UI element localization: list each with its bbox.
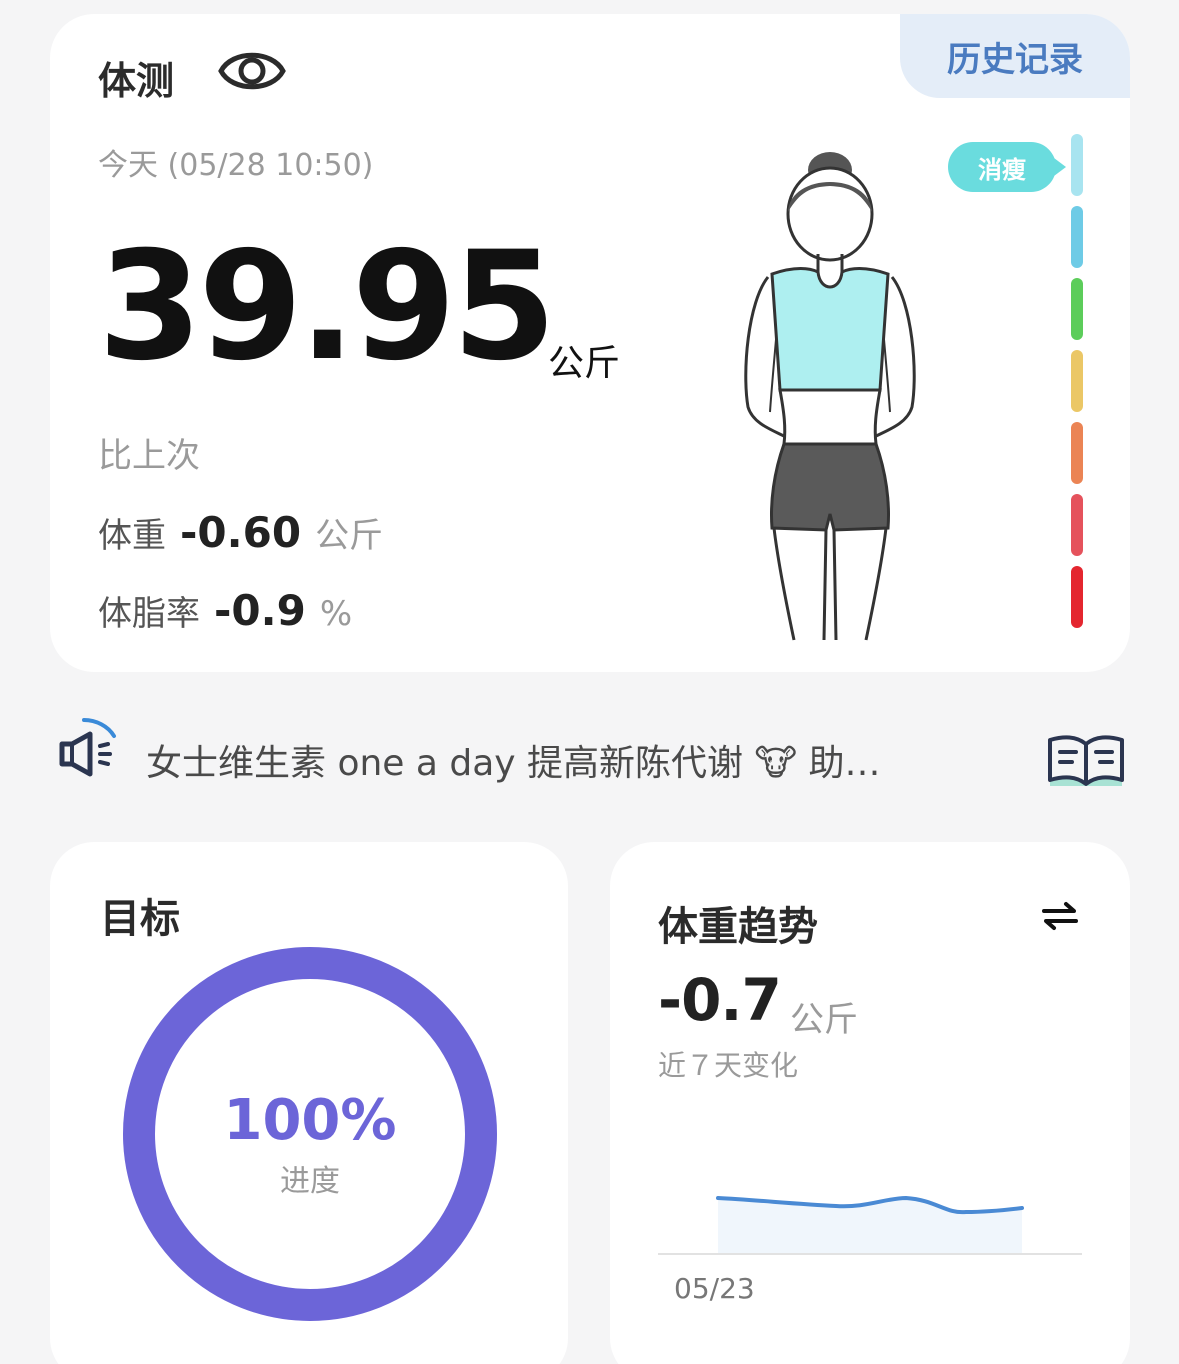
goal-card[interactable]: 目标 100% 进度 [50,842,568,1364]
bmi-scale-segment [1071,206,1083,268]
fat-change-label: 体脂率 [98,594,200,634]
weight-change-value: -0.60 [180,508,302,557]
bmi-level-badge: 消瘦 [948,142,1066,192]
goal-title: 目标 [100,896,180,942]
trend-unit: 公斤 [790,1000,858,1040]
announcement-text[interactable]: 女士维生素 one a day 提高新陈代谢 🐮 助… [146,734,996,786]
weight-value: 39.95 [98,220,556,394]
trend-sparkline [658,1195,1082,1255]
trend-value: -0.7 [658,966,782,1034]
trend-x-label: 05/23 [674,1272,755,1305]
body-figure-illustration [744,152,916,641]
swap-icon[interactable] [1040,900,1080,932]
book-icon[interactable] [1046,732,1126,788]
body-measure-card[interactable]: 历史记录 体测 今天 (05/28 10:50) 39.95 公斤 比上次 体重… [50,14,1130,672]
goal-percent: 100% [223,1088,397,1153]
weight-trend-card[interactable]: 体重趋势 -0.7 公斤 近７天变化 05/23 [610,842,1130,1364]
bmi-scale-segment [1071,134,1083,196]
bmi-scale-segment [1071,494,1083,556]
trend-subtitle: 近７天变化 [658,1049,799,1082]
weight-change-row: 体重 -0.60 公斤 [98,508,383,557]
speaker-icon [59,718,116,777]
fat-change-value: -0.9 [214,586,306,635]
measure-date: 今天 (05/28 10:50) [98,148,374,183]
bmi-scale-segment [1071,422,1083,484]
trend-area [718,1198,1022,1254]
history-button[interactable]: 历史记录 [900,14,1130,98]
bmi-scale-segment [1071,566,1083,628]
weight-unit: 公斤 [548,343,621,384]
card-title: 体测 [98,59,175,103]
weight-change-label: 体重 [98,516,166,556]
trend-title: 体重趋势 [658,904,818,950]
bmi-scale-segment [1071,278,1083,340]
goal-progress-label: 进度 [280,1164,340,1199]
fat-change-row: 体脂率 -0.9 % [98,586,352,635]
compare-label: 比上次 [98,436,200,476]
announcement-bar[interactable]: 女士维生素 one a day 提高新陈代谢 🐮 助… [56,714,1126,804]
eye-icon[interactable] [218,44,286,98]
fat-change-unit: % [319,594,353,634]
bmi-scale-segment [1071,350,1083,412]
weight-change-unit: 公斤 [315,516,384,556]
